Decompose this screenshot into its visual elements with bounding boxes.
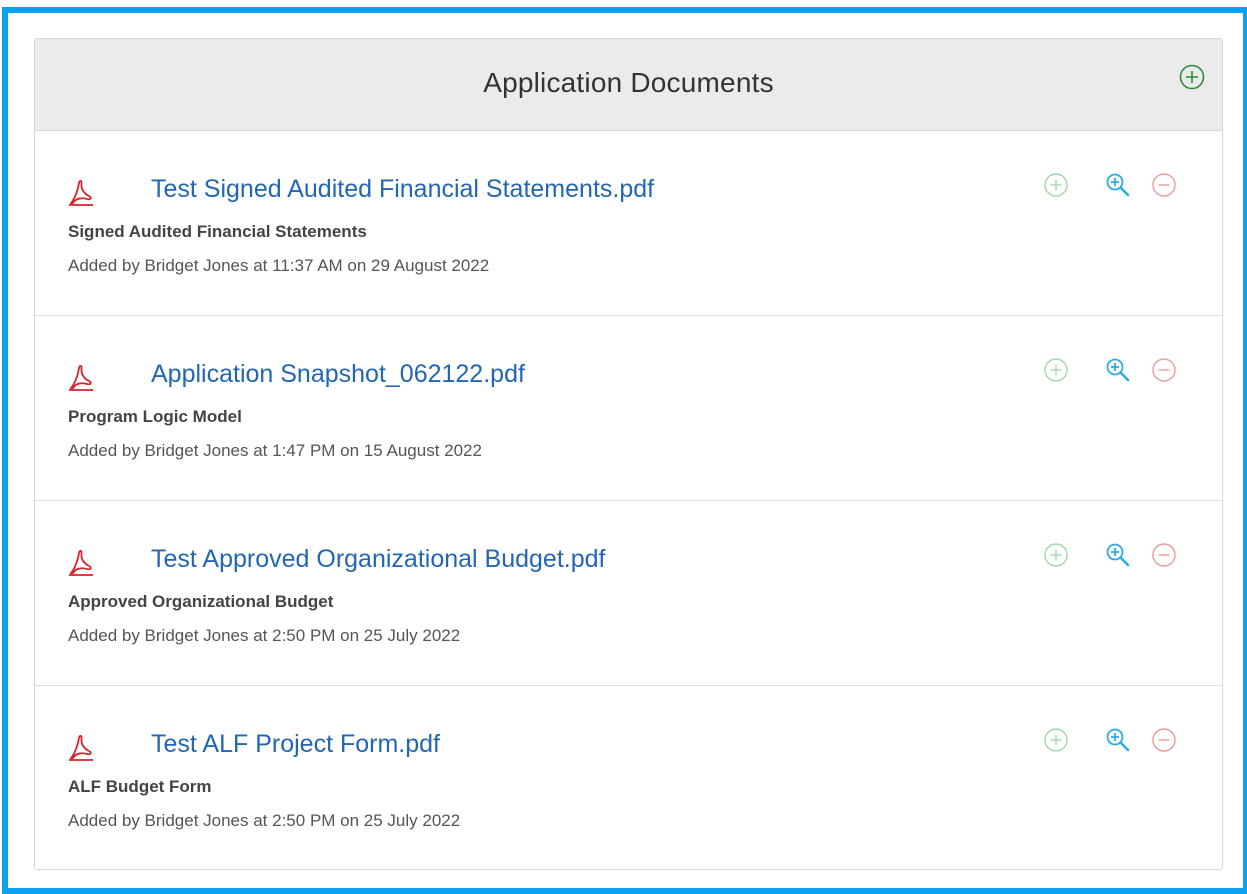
plus-circle-icon (1044, 173, 1068, 197)
screenshot-frame: Application Documents Test Signed Audite… (2, 7, 1247, 894)
pdf-file-icon (68, 178, 94, 206)
minus-circle-icon (1152, 543, 1176, 567)
pdf-file-icon (68, 363, 94, 391)
document-list: Test Signed Audited Financial Statements… (35, 131, 1222, 869)
view-button[interactable] (1104, 171, 1132, 199)
document-actions (1042, 541, 1202, 571)
plus-circle-icon (1044, 358, 1068, 382)
minus-circle-icon (1152, 358, 1176, 382)
zoom-in-icon (1106, 543, 1130, 567)
pdf-file-icon (68, 548, 94, 576)
document-actions (1042, 356, 1202, 386)
remove-button[interactable] (1150, 171, 1178, 199)
document-file-link[interactable]: Test ALF Project Form.pdf (151, 730, 440, 759)
add-button[interactable] (1042, 541, 1070, 569)
add-button[interactable] (1042, 356, 1070, 384)
document-type: Signed Audited Financial Statements (68, 222, 367, 241)
document-item: Test Signed Audited Financial Statements… (35, 131, 1222, 316)
application-documents-panel: Application Documents Test Signed Audite… (34, 38, 1223, 870)
pdf-file-icon (68, 733, 94, 761)
plus-circle-icon (1179, 64, 1205, 90)
panel-title: Application Documents (483, 67, 774, 98)
minus-circle-icon (1152, 728, 1176, 752)
document-item: Test Approved Organizational Budget.pdf … (35, 501, 1222, 686)
document-item: Test ALF Project Form.pdf ALF Budget For… (35, 686, 1222, 869)
plus-circle-icon (1044, 543, 1068, 567)
plus-circle-icon (1044, 728, 1068, 752)
panel-header: Application Documents (35, 39, 1222, 131)
view-button[interactable] (1104, 541, 1132, 569)
zoom-in-icon (1106, 358, 1130, 382)
document-file-link[interactable]: Test Approved Organizational Budget.pdf (151, 545, 605, 574)
zoom-in-icon (1106, 728, 1130, 752)
document-file-link[interactable]: Test Signed Audited Financial Statements… (151, 175, 654, 204)
view-button[interactable] (1104, 356, 1132, 384)
document-type: Program Logic Model (68, 407, 242, 426)
document-added-info: Added by Bridget Jones at 1:47 PM on 15 … (68, 441, 482, 460)
remove-button[interactable] (1150, 726, 1178, 754)
minus-circle-icon (1152, 173, 1176, 197)
remove-button[interactable] (1150, 356, 1178, 384)
document-type: ALF Budget Form (68, 777, 212, 796)
document-actions (1042, 171, 1202, 201)
zoom-in-icon (1106, 173, 1130, 197)
view-button[interactable] (1104, 726, 1132, 754)
add-button[interactable] (1042, 726, 1070, 754)
document-added-info: Added by Bridget Jones at 2:50 PM on 25 … (68, 626, 461, 645)
document-actions (1042, 726, 1202, 756)
document-file-link[interactable]: Application Snapshot_062122.pdf (151, 360, 525, 389)
document-added-info: Added by Bridget Jones at 2:50 PM on 25 … (68, 811, 461, 830)
add-button[interactable] (1042, 171, 1070, 199)
document-type: Approved Organizational Budget (68, 592, 334, 611)
remove-button[interactable] (1150, 541, 1178, 569)
document-item: Application Snapshot_062122.pdf Program … (35, 316, 1222, 501)
document-added-info: Added by Bridget Jones at 11:37 AM on 29… (68, 256, 490, 275)
add-document-button[interactable] (1178, 63, 1206, 91)
